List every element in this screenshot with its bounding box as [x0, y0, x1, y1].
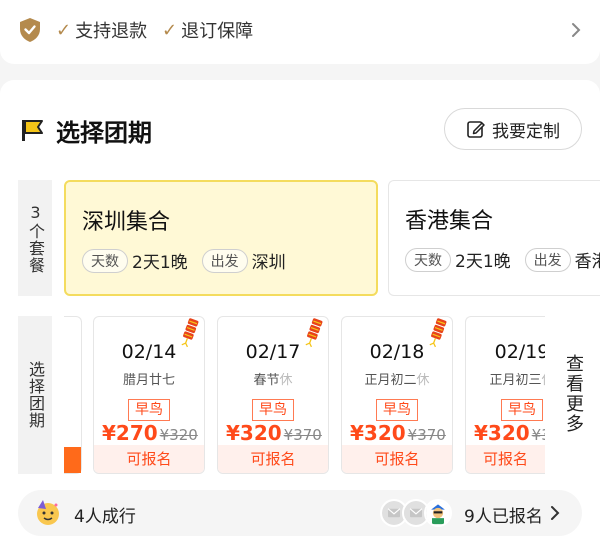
status-bar: 可报名 [466, 445, 545, 473]
guarantee-refund: ✓ 支持退款 [56, 19, 148, 43]
party-face-icon [37, 500, 59, 525]
package-card-hongkong[interactable]: 香港集合 天数 2天1晚 出发 香港 [388, 180, 600, 296]
date-card-partial[interactable] [64, 316, 82, 474]
early-bird-tag: 早鸟 [252, 399, 294, 421]
package-card-shenzhen[interactable]: 深圳集合 天数 2天1晚 出发 深圳 [64, 180, 378, 296]
edit-icon [467, 121, 485, 138]
date-section-label: 选择团期 [18, 316, 52, 474]
flag-icon [22, 120, 43, 141]
group-status-bar[interactable]: 4人成行 9人已报名 [18, 490, 582, 536]
date-card-0214[interactable]: 02/14 腊月廿七 早鸟 ¥270 ¥320 可报名 [93, 316, 205, 474]
custom-trip-button[interactable]: 我要定制 [444, 108, 582, 150]
chevron-right-icon [551, 506, 560, 520]
guarantee-bar[interactable]: ✓ 支持退款 ✓ 退订保障 [0, 0, 600, 64]
check-icon: ✓ [56, 19, 72, 41]
package-meta: 天数 2天1晚 出发 深圳 [82, 248, 300, 273]
price: ¥320¥370 [350, 421, 446, 445]
early-bird-tag: 早鸟 [128, 399, 170, 421]
package-meta: 天数 2天1晚 出发 香港 [405, 247, 600, 272]
package-count-label: 3个套餐 [18, 180, 52, 296]
date-card-0218[interactable]: 02/18 正月初二休 早鸟 ¥320 ¥370 可报名 [341, 316, 453, 474]
price: ¥270 ¥320 [102, 421, 198, 445]
check-icon: ✓ [162, 19, 178, 41]
date-card-0217[interactable]: 02/17 春节休 早鸟 ¥320 ¥370 可报名 [217, 316, 329, 474]
avatar-icon [424, 499, 452, 527]
guarantee-cancel: ✓ 退订保障 [162, 19, 254, 43]
section-title: 选择团期 [56, 119, 152, 147]
chevron-right-icon[interactable] [570, 20, 582, 40]
status-bar: 可报名 [342, 445, 452, 473]
view-more-button[interactable]: 查看更多 [563, 354, 588, 438]
early-bird-tag: 早鸟 [376, 399, 418, 421]
status-bar: 可报名 [218, 445, 328, 473]
date-card-0219[interactable]: 02/19 正月初三休 早鸟 ¥320¥370 可报名 [465, 316, 545, 474]
status-bar: 可报名 [94, 445, 204, 473]
early-bird-tag: 早鸟 [501, 399, 543, 421]
price: ¥320¥370 [474, 421, 545, 445]
price: ¥320¥370 [226, 421, 322, 445]
shield-icon [20, 18, 40, 42]
